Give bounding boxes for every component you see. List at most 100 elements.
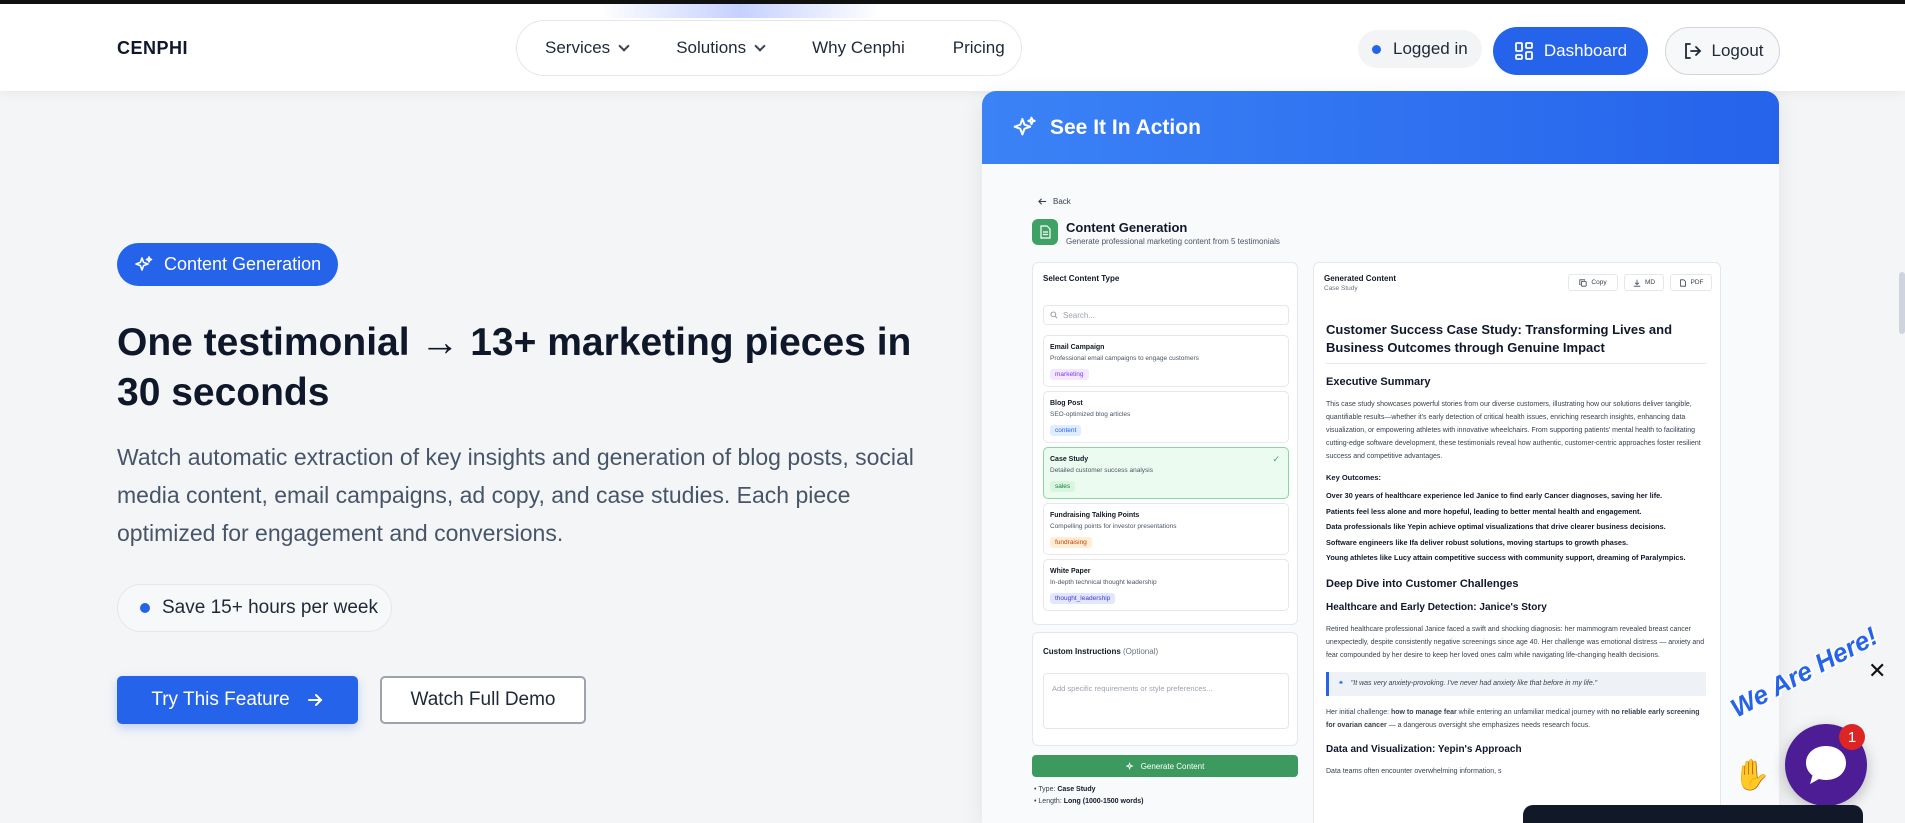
demo-page-subtitle: Generate professional marketing content … (1066, 237, 1280, 246)
content-type-desc: Detailed customer success analysis (1050, 467, 1153, 474)
login-status: Logged in (1358, 30, 1482, 68)
initial-challenge-text: Her initial challenge: how to manage fea… (1326, 706, 1706, 732)
back-link[interactable]: Back (1038, 197, 1071, 206)
quote-icon: ❝ (1339, 680, 1343, 688)
meta-type-label: Type: (1038, 786, 1056, 793)
logout-label: Logout (1711, 41, 1764, 60)
content-type-fundraising[interactable]: Fundraising Talking Points Compelling po… (1043, 503, 1289, 555)
demo-header: See It In Action (982, 91, 1779, 164)
arrow-left-icon (1038, 198, 1047, 205)
demo-screen: Back Content Generation Generate profess… (982, 164, 1779, 823)
sparkles-icon (1125, 761, 1134, 770)
exec-summary-text: This case study showcases powerful stori… (1326, 401, 1701, 460)
hero-title: One testimonial → 13+ marketing pieces i… (117, 321, 912, 414)
content-type-desc: Professional email campaigns to engage c… (1050, 355, 1199, 362)
nav-services[interactable]: Services (545, 38, 630, 58)
arrow-right-icon (307, 694, 323, 706)
optional-label: (Optional) (1123, 647, 1159, 656)
watch-demo-label: Watch Full Demo (410, 689, 556, 710)
deep-dive-heading: Deep Dive into Customer Challenges (1326, 577, 1519, 590)
custom-instructions-title: Custom Instructions (Optional) (1043, 647, 1158, 656)
content-type-white-paper[interactable]: White Paper In-depth technical thought l… (1043, 559, 1289, 611)
list-item: Young athletes like Lucy attain competit… (1326, 553, 1686, 562)
list-item: Over 30 years of healthcare experience l… (1326, 491, 1663, 500)
hero-description: Watch automatic extraction of key insigh… (117, 444, 914, 546)
nav-pricing-label: Pricing (952, 38, 1005, 57)
chat-bubble-icon (1806, 746, 1846, 784)
watch-demo-button[interactable]: Watch Full Demo (380, 676, 586, 724)
md-download-button[interactable]: MD (1624, 274, 1664, 291)
search-icon (1050, 311, 1058, 319)
content-type-case-study[interactable]: Case Study Detailed customer success ana… (1043, 447, 1289, 499)
dashboard-grid-icon (1515, 42, 1533, 60)
nav-solutions[interactable]: Solutions (676, 38, 766, 58)
meta-type: • Type: Case Study (1034, 786, 1096, 793)
scrollbar-thumb[interactable] (1899, 272, 1905, 334)
time-saved-text: Save 15+ hours per week (162, 597, 378, 618)
sparkles-icon (1013, 116, 1036, 135)
content-type-desc: Compelling points for investor presentat… (1050, 523, 1177, 530)
pdf-download-button[interactable]: PDF (1670, 274, 1712, 291)
bottom-toast-bar (1523, 805, 1863, 823)
custom-instructions-placeholder: Add specific requirements or style prefe… (1052, 684, 1213, 693)
copy-label: Copy (1591, 279, 1607, 286)
file-icon (1679, 278, 1686, 287)
demo-card: See It In Action Back Content Generation… (982, 91, 1779, 823)
pdf-label: PDF (1690, 279, 1704, 286)
download-icon (1633, 279, 1641, 287)
generate-content-button[interactable]: Generate Content (1032, 755, 1298, 777)
testimonial-quote: ❝ "It was very anxiety-provoking. I've n… (1326, 671, 1706, 696)
nav-why-cenphi[interactable]: Why Cenphi (812, 38, 905, 58)
content-type-tag: content (1050, 425, 1082, 436)
custom-instructions-label: Custom Instructions (1043, 647, 1121, 656)
content-type-desc: SEO-optimized blog articles (1050, 411, 1131, 418)
nav-pricing[interactable]: Pricing (953, 38, 1005, 58)
demo-header-title: See It In Action (1050, 115, 1201, 139)
generated-title: Generated Content (1324, 274, 1397, 283)
meta-type-value: Case Study (1057, 786, 1096, 793)
content-type-name: Fundraising Talking Points (1050, 512, 1140, 519)
meta-length: • Length: Long (1000-1500 words) (1034, 798, 1144, 805)
quote-text: "It was very anxiety-provoking. I've nev… (1350, 679, 1598, 687)
try-feature-button[interactable]: Try This Feature (117, 676, 358, 724)
copy-button[interactable]: Copy (1568, 274, 1618, 291)
doc-title: Customer Success Case Study: Transformin… (1326, 321, 1706, 364)
dashboard-label: Dashboard (1543, 41, 1628, 60)
generated-content-panel: Generated Content Case Study Copy MD PDF… (1313, 262, 1721, 823)
custom-instructions-panel: Custom Instructions (Optional) Add speci… (1032, 632, 1298, 746)
document-icon (1032, 219, 1058, 245)
initial-bold-a: how to manage fear (1390, 708, 1457, 716)
generated-document: Customer Success Case Study: Transformin… (1326, 321, 1706, 778)
yepin-heading: Data and Visualization: Yepin's Approach (1326, 743, 1522, 755)
content-type-panel: Select Content Type Search... Email Camp… (1032, 262, 1298, 625)
copy-icon (1579, 278, 1588, 287)
login-status-text: Logged in (1393, 39, 1468, 58)
meta-length-value: Long (1000-1500 words) (1063, 798, 1144, 805)
logout-icon (1684, 43, 1701, 59)
content-type-email[interactable]: Email Campaign Professional email campai… (1043, 335, 1289, 387)
custom-instructions-input[interactable]: Add specific requirements or style prefe… (1043, 673, 1289, 729)
content-type-tag: thought_leadership (1050, 593, 1116, 604)
yepin-text: Data teams often encounter overwhelming … (1326, 767, 1502, 775)
search-placeholder: Search... (1063, 310, 1096, 320)
logo[interactable]: CENPHI (117, 38, 188, 59)
chat-notification-badge: 1 (1839, 724, 1865, 750)
content-type-blog[interactable]: Blog Post SEO-optimized blog articles co… (1043, 391, 1289, 443)
initial-text-b: while entering an unfamiliar medical jou… (1456, 708, 1612, 716)
nav-why-label: Why Cenphi (812, 38, 905, 57)
generate-content-label: Generate Content (1140, 761, 1205, 771)
meta-length-label: Length: (1038, 798, 1062, 805)
content-type-search[interactable]: Search... (1043, 305, 1289, 325)
content-type-name: Email Campaign (1050, 344, 1105, 351)
demo-page-title: Content Generation (1066, 220, 1188, 235)
site-header: CENPHI Services Solutions Why Cenphi Pri… (0, 4, 1905, 91)
bullet-dot-icon (140, 603, 150, 613)
content-type-desc: In-depth technical thought leadership (1050, 579, 1157, 586)
dashboard-button[interactable]: Dashboard (1493, 27, 1648, 75)
try-feature-label: Try This Feature (151, 689, 290, 710)
main-nav: Services Solutions Why Cenphi Pricing (516, 20, 1022, 76)
feature-badge: Content Generation (117, 243, 339, 286)
close-widget-icon[interactable]: ✕ (1868, 660, 1886, 682)
logout-button[interactable]: Logout (1665, 27, 1780, 75)
content-type-tag: fundraising (1050, 537, 1092, 548)
